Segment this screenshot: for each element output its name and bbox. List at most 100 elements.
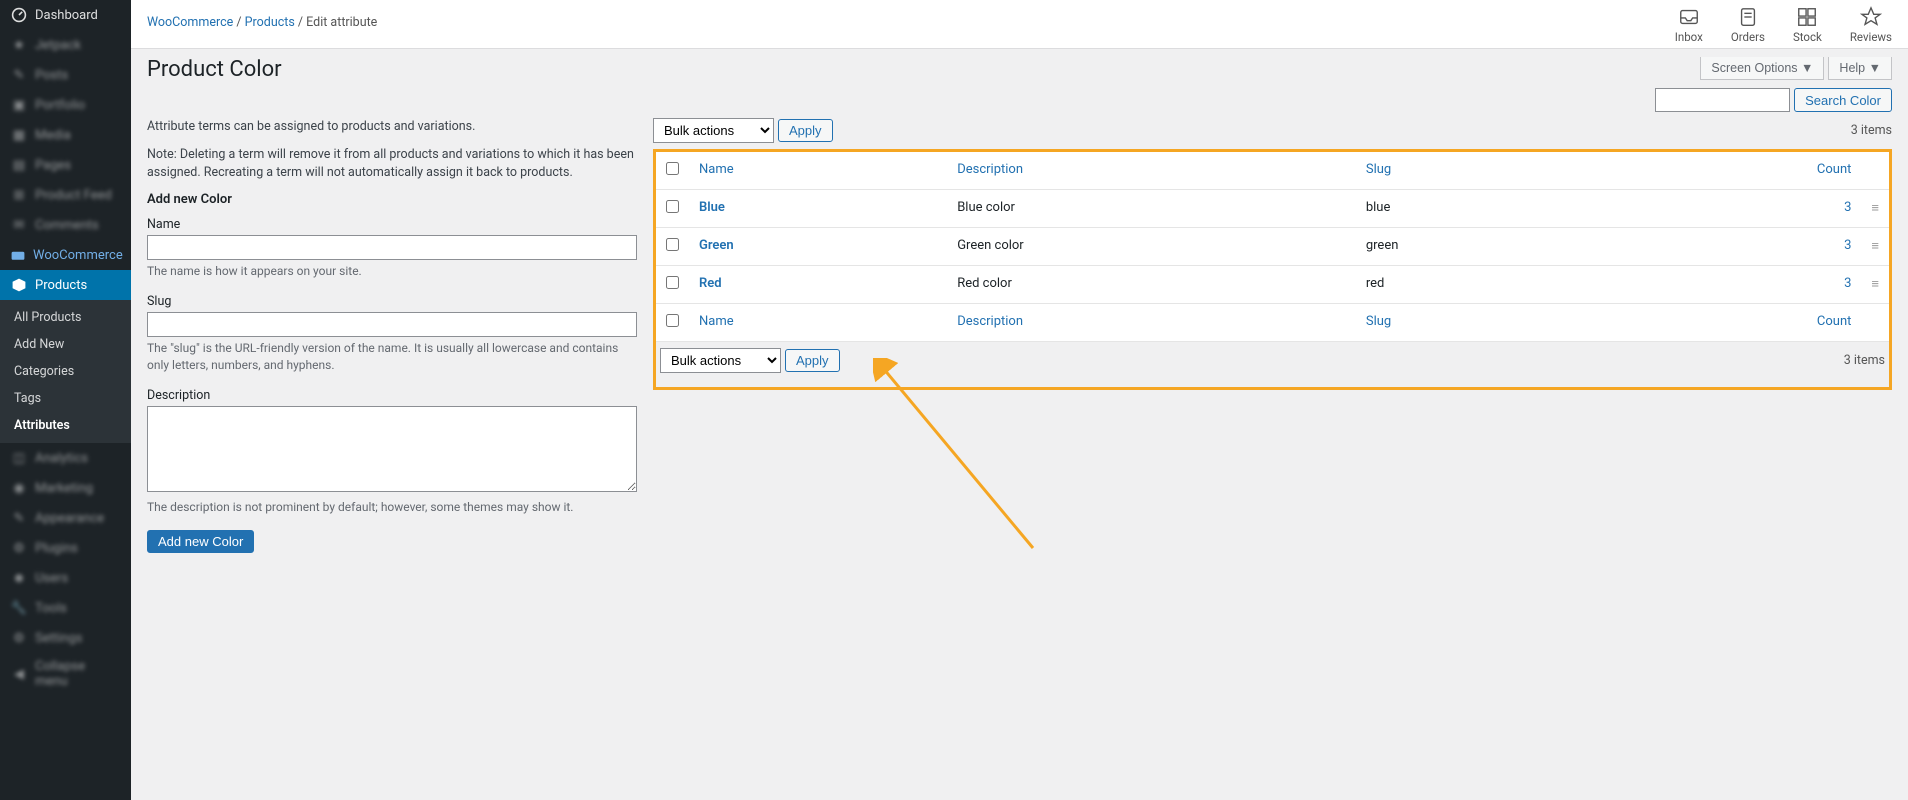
toptab-reviews[interactable]: Reviews [1850, 6, 1892, 48]
table-row: GreenGreen colorgreen3≡ [656, 228, 1889, 266]
term-slug: green [1356, 228, 1604, 266]
term-name-link[interactable]: Green [699, 238, 734, 253]
sidebar-item-blurred[interactable]: ▣Portfolio [0, 90, 131, 120]
form-column: Attribute terms can be assigned to produ… [147, 118, 637, 553]
name-label: Name [147, 217, 637, 232]
breadcrumb: WooCommerce / Products / Edit attribute [147, 15, 377, 40]
row-checkbox[interactable] [666, 276, 679, 289]
sidebar-sub-tags[interactable]: Tags [0, 385, 131, 412]
toptab-inbox[interactable]: Inbox [1675, 6, 1703, 48]
portfolio-icon: ▣ [10, 96, 28, 114]
sidebar-sub-attributes[interactable]: Attributes [0, 412, 131, 439]
description-textarea[interactable] [147, 406, 637, 492]
sidebar-item-woocommerce[interactable]: WooCommerce [0, 240, 131, 270]
sidebar-item-blurred[interactable]: ✎Appearance [0, 503, 131, 533]
pages-icon: ▤ [10, 156, 28, 174]
row-checkbox[interactable] [666, 238, 679, 251]
name-input[interactable] [147, 235, 637, 260]
sidebar-item-products[interactable]: Products [0, 270, 131, 300]
term-description: Blue color [947, 190, 1356, 228]
sidebar-sub-all-products[interactable]: All Products [0, 304, 131, 331]
col-name-foot[interactable]: Name [689, 304, 947, 342]
term-description: Red color [947, 266, 1356, 304]
drag-handle-icon[interactable]: ≡ [1861, 228, 1889, 266]
apply-button-bottom[interactable]: Apply [785, 349, 840, 372]
sidebar-item-blurred[interactable]: ⚙Settings [0, 623, 131, 653]
description-label: Description [147, 388, 637, 403]
select-all-bottom[interactable] [666, 314, 679, 327]
search-input[interactable] [1655, 88, 1790, 112]
pin-icon: ✎ [10, 66, 28, 84]
items-count-top: 3 items [1851, 123, 1892, 138]
sidebar-item-blurred[interactable]: ⊞Product Feed [0, 180, 131, 210]
sidebar-item-blurred[interactable]: ◉Marketing [0, 473, 131, 503]
sidebar-label: WooCommerce [33, 248, 123, 263]
appearance-icon: ✎ [10, 509, 28, 527]
products-icon [10, 276, 28, 294]
toptab-orders[interactable]: Orders [1731, 6, 1765, 48]
sidebar-item-blurred[interactable]: 🔧Tools [0, 593, 131, 623]
term-slug: blue [1356, 190, 1604, 228]
sidebar-submenu-products: All Products Add New Categories Tags Att… [0, 300, 131, 443]
drag-handle-icon[interactable]: ≡ [1861, 190, 1889, 228]
media-icon: ▦ [10, 126, 28, 144]
col-count[interactable]: Count [1604, 152, 1861, 190]
table-row: Blue Blue colorblue 3 ≡ [656, 190, 1889, 228]
slug-input[interactable] [147, 312, 637, 337]
col-description[interactable]: Description [947, 152, 1356, 190]
row-checkbox[interactable] [666, 200, 679, 213]
plug-icon: ★ [10, 36, 28, 54]
intro-text: Attribute terms can be assigned to produ… [147, 118, 637, 136]
items-count-bottom: 3 items [1844, 353, 1885, 368]
help-button[interactable]: Help ▼ [1828, 57, 1892, 80]
apply-button-top[interactable]: Apply [778, 119, 833, 142]
sidebar-item-blurred[interactable]: ✎Posts [0, 60, 131, 90]
term-count-link[interactable]: 3 [1844, 200, 1851, 215]
note-text: Note: Deleting a term will remove it fro… [147, 146, 637, 182]
slug-hint: The "slug" is the URL-friendly version o… [147, 340, 637, 374]
toptab-stock[interactable]: Stock [1793, 6, 1822, 48]
users-icon: ☻ [10, 569, 28, 587]
term-count-link[interactable]: 3 [1844, 276, 1851, 291]
comments-icon: ✉ [10, 216, 28, 234]
search-button[interactable]: Search Color [1794, 88, 1892, 112]
sidebar-item-blurred[interactable]: ▦Media [0, 120, 131, 150]
sidebar-item-blurred[interactable]: ▤Pages [0, 150, 131, 180]
select-all-top[interactable] [666, 162, 679, 175]
dashboard-icon [10, 6, 28, 24]
sidebar-item-blurred[interactable]: ☻Users [0, 563, 131, 593]
sidebar-sub-categories[interactable]: Categories [0, 358, 131, 385]
sidebar-item-blurred[interactable]: ✉Comments [0, 210, 131, 240]
breadcrumb-products[interactable]: Products [245, 15, 295, 30]
screen-options-button[interactable]: Screen Options ▼ [1700, 57, 1824, 80]
settings-icon: ⚙ [10, 629, 28, 647]
col-slug[interactable]: Slug [1356, 152, 1604, 190]
marketing-icon: ◉ [10, 479, 28, 497]
term-name-link[interactable]: Blue [699, 200, 725, 215]
term-slug: red [1356, 266, 1604, 304]
analytics-icon: ◫ [10, 449, 28, 467]
col-description-foot[interactable]: Description [947, 304, 1356, 342]
term-count-link[interactable]: 3 [1844, 238, 1851, 253]
breadcrumb-woocommerce[interactable]: WooCommerce [147, 15, 233, 30]
term-name-link[interactable]: Red [699, 276, 722, 291]
main-content: WooCommerce / Products / Edit attribute … [131, 0, 1908, 800]
sidebar-item-dashboard[interactable]: Dashboard [0, 0, 131, 30]
col-count-foot[interactable]: Count [1604, 304, 1861, 342]
admin-sidebar: Dashboard ★Jetpack ✎Posts ▣Portfolio ▦Me… [0, 0, 131, 800]
add-new-color-button[interactable]: Add new Color [147, 530, 254, 553]
sidebar-item-blurred[interactable]: ★Jetpack [0, 30, 131, 60]
sidebar-item-blurred[interactable]: ◀Collapse menu [0, 653, 131, 695]
sidebar-sub-add-new[interactable]: Add New [0, 331, 131, 358]
drag-handle-icon[interactable]: ≡ [1861, 266, 1889, 304]
sidebar-item-blurred[interactable]: ◫Analytics [0, 443, 131, 473]
table-column: Bulk actions Apply 3 items Name Descript… [653, 118, 1892, 553]
sidebar-label: Products [35, 278, 87, 293]
bulk-actions-select-bottom[interactable]: Bulk actions [660, 348, 781, 373]
bulk-actions-select-top[interactable]: Bulk actions [653, 118, 774, 143]
description-hint: The description is not prominent by defa… [147, 499, 637, 516]
name-hint: The name is how it appears on your site. [147, 263, 637, 280]
col-name[interactable]: Name [689, 152, 947, 190]
col-slug-foot[interactable]: Slug [1356, 304, 1604, 342]
sidebar-item-blurred[interactable]: ⚙Plugins [0, 533, 131, 563]
